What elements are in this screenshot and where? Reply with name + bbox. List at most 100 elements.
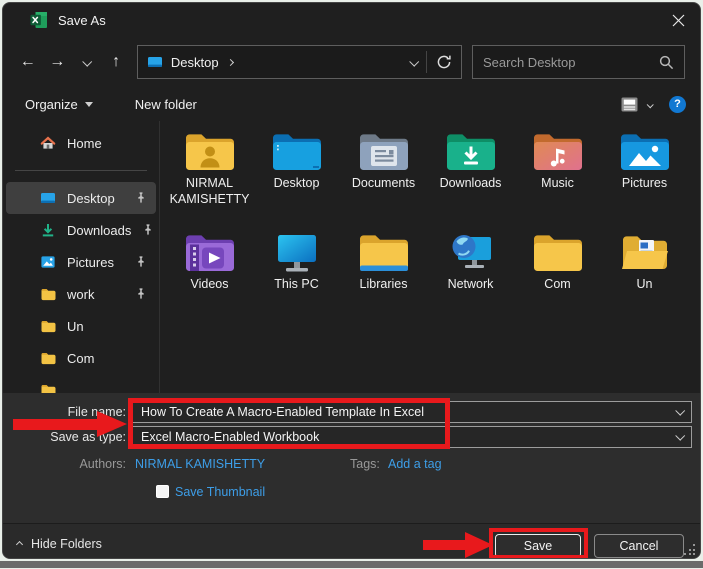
monitor-icon xyxy=(40,191,56,206)
file-label: Desktop xyxy=(273,176,320,190)
sidebar-item-downloads[interactable]: Downloads xyxy=(6,214,156,246)
recent-locations-button[interactable] xyxy=(72,47,101,77)
file-label: Videos xyxy=(190,277,229,291)
pictures-folder-icon xyxy=(620,134,669,170)
dialog-body: Home Desktop Downloads Pictures work Un … xyxy=(3,121,700,393)
new-folder-button[interactable]: New folder xyxy=(135,97,197,112)
grid-item-pictures[interactable]: Pictures xyxy=(601,127,688,228)
sidebar-item-pictures[interactable]: Pictures xyxy=(6,246,156,278)
sidebar-item-com[interactable]: Com xyxy=(6,342,156,374)
grid-item-this-pc[interactable]: This PC xyxy=(253,228,340,329)
dialog-title: Save As xyxy=(58,12,106,28)
file-label: Pictures xyxy=(621,176,668,190)
folder-icon xyxy=(40,286,56,302)
grid-item-com[interactable]: Com xyxy=(514,228,601,329)
view-mode-button[interactable] xyxy=(621,97,638,112)
sidebar-item-label: Downloads xyxy=(67,222,132,238)
home-icon xyxy=(40,135,56,151)
picture-icon xyxy=(40,254,56,270)
chevron-right-icon[interactable] xyxy=(226,58,234,66)
organize-button[interactable]: Organize xyxy=(25,97,93,112)
file-label: NIRMAL KAMISHETTY xyxy=(169,176,250,206)
download-icon xyxy=(40,222,56,238)
authors-value[interactable]: NIRMAL KAMISHETTY xyxy=(135,457,265,471)
forward-button[interactable]: → xyxy=(42,47,71,77)
sidebar-item-desktop[interactable]: Desktop xyxy=(6,182,156,214)
help-button[interactable]: ? xyxy=(669,95,686,113)
file-list: NIRMAL KAMISHETTY Desktop Documents Down… xyxy=(166,127,688,329)
grid-item-libraries[interactable]: Libraries xyxy=(340,228,427,329)
grid-item-network[interactable]: Network xyxy=(427,228,514,329)
navigation-pane: Home Desktop Downloads Pictures work Un … xyxy=(3,121,160,393)
folder-icon xyxy=(40,382,56,393)
save-thumbnail-label[interactable]: Save Thumbnail xyxy=(175,485,265,499)
file-label: Downloads xyxy=(439,176,502,190)
tags-label: Tags: xyxy=(350,457,380,471)
search-icon[interactable] xyxy=(659,55,674,70)
navigation-bar: ← → ↑ Desktop xyxy=(3,39,700,85)
libraries-folder-icon xyxy=(359,235,408,271)
file-label: Documents xyxy=(351,176,416,190)
grid-item-un[interactable]: Un xyxy=(601,228,688,329)
cancel-button[interactable]: Cancel xyxy=(594,534,684,558)
pin-icon xyxy=(135,191,147,205)
chevron-up-icon xyxy=(15,540,24,548)
sidebar-item-label: Desktop xyxy=(67,190,115,206)
file-label: Network xyxy=(447,277,494,291)
address-bar[interactable]: Desktop xyxy=(136,45,462,79)
save-type-input[interactable] xyxy=(132,426,692,448)
chevron-down-icon xyxy=(82,56,93,67)
location-monitor-icon xyxy=(147,55,163,70)
file-label: Libraries xyxy=(359,277,408,291)
search-input[interactable] xyxy=(483,54,659,70)
file-label: Un xyxy=(636,277,653,291)
monitor-icon xyxy=(277,235,316,272)
documents-folder-icon xyxy=(359,134,408,170)
divider xyxy=(15,170,147,171)
close-icon xyxy=(672,14,684,26)
grid-item-videos[interactable]: Videos xyxy=(166,228,253,329)
save-form: File name: Save as type: Authors: NIRMAL… xyxy=(3,393,700,523)
refresh-button[interactable] xyxy=(436,54,452,70)
resize-grip-icon[interactable] xyxy=(684,544,695,555)
file-name-input[interactable] xyxy=(132,401,692,423)
organize-label: Organize xyxy=(25,96,78,112)
network-icon xyxy=(452,235,491,268)
add-tag-link[interactable]: Add a tag xyxy=(388,457,442,471)
dialog-footer: Hide Folders Save Cancel xyxy=(3,523,700,558)
up-button[interactable]: ↑ xyxy=(101,47,130,77)
view-mode-icon xyxy=(621,97,638,111)
breadcrumb-location[interactable]: Desktop xyxy=(171,55,219,70)
sidebar-item-home[interactable]: Home xyxy=(6,127,156,159)
view-mode-dropdown[interactable] xyxy=(646,95,654,113)
grid-item-downloads[interactable]: Downloads xyxy=(427,127,514,228)
close-button[interactable] xyxy=(656,3,700,37)
chevron-down-icon xyxy=(646,101,654,109)
hide-folders-label: Hide Folders xyxy=(31,537,102,551)
file-label: Com xyxy=(544,277,571,291)
sidebar-item-un[interactable]: Un xyxy=(6,310,156,342)
grid-item-desktop[interactable]: Desktop xyxy=(253,127,340,228)
save-type-field xyxy=(132,426,692,448)
music-folder-icon xyxy=(533,134,582,170)
save-button[interactable]: Save xyxy=(495,534,581,558)
grid-item-documents[interactable]: Documents xyxy=(340,127,427,228)
grid-item-user-folder[interactable]: NIRMAL KAMISHETTY xyxy=(166,127,253,228)
sidebar-item-label: Home xyxy=(67,135,102,151)
save-type-label: Save as type: xyxy=(50,430,126,444)
sidebar-item-work[interactable]: work xyxy=(6,278,156,310)
file-label: This PC xyxy=(274,277,319,291)
open-folder-doc-icon xyxy=(621,236,668,269)
hide-folders-button[interactable]: Hide Folders xyxy=(15,537,102,551)
save-thumbnail-checkbox[interactable] xyxy=(156,485,169,498)
downloads-folder-icon xyxy=(446,134,495,170)
grid-item-music[interactable]: Music xyxy=(514,127,601,228)
desktop-folder-icon xyxy=(272,134,321,170)
divider xyxy=(426,51,427,73)
sidebar-item-label: work xyxy=(67,286,95,302)
sidebar-item-partial[interactable] xyxy=(6,374,156,393)
title-bar: Save As xyxy=(3,3,700,37)
address-dropdown-icon[interactable] xyxy=(409,56,420,67)
dropdown-arrow-icon xyxy=(84,101,93,107)
back-button[interactable]: ← xyxy=(13,47,42,77)
